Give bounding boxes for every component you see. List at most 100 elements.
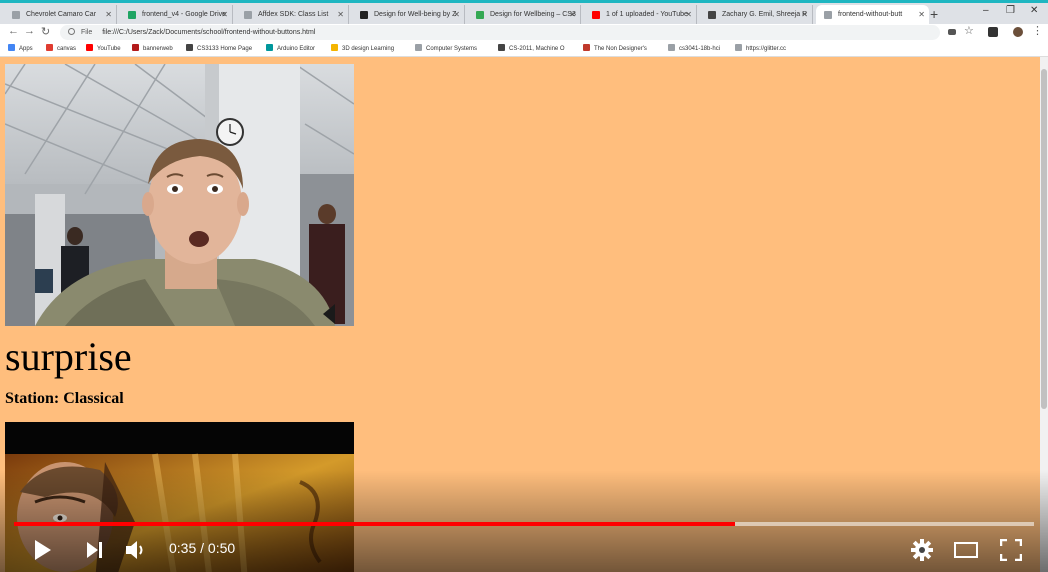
bookmark-item[interactable]: Apps xyxy=(8,44,33,52)
bookmark-item[interactable]: Arduino Editor xyxy=(266,44,315,52)
browser-tab[interactable]: Zachary G. Emil, Shreeja R ✕ xyxy=(700,5,813,25)
bookmark-label: Apps xyxy=(19,46,33,52)
slides-icon xyxy=(476,11,484,19)
station-label: Station: Classical xyxy=(5,390,124,407)
bookmark-item[interactable]: YouTube xyxy=(86,44,121,52)
bookmark-icon xyxy=(8,44,15,51)
close-tab-icon[interactable]: ✕ xyxy=(337,5,344,24)
close-tab-icon[interactable]: ✕ xyxy=(105,5,112,24)
browser-tab[interactable]: Affdex SDK: Class List ✕ xyxy=(236,5,349,25)
bookmark-item[interactable]: CS-2011, Machine O xyxy=(498,44,565,52)
close-tab-icon[interactable]: ✕ xyxy=(569,5,576,24)
medium-icon xyxy=(360,11,368,19)
webcam-feed xyxy=(5,64,354,326)
browser-tab[interactable]: 1 of 1 uploaded - YouTube ✕ xyxy=(584,5,697,25)
browser-tab[interactable]: Chevrolet Camaro Car ✕ xyxy=(4,5,117,25)
bookmark-label: The Non Designer's xyxy=(594,46,647,52)
tab-label: Design for Wellbeing – CS3 xyxy=(490,11,576,18)
play-icon xyxy=(35,540,51,560)
extension-icon[interactable] xyxy=(988,27,998,37)
bookmark-item[interactable]: bannerweb xyxy=(132,44,173,52)
emotion-label: surprise xyxy=(5,334,132,379)
bookmark-label: CS-2011, Machine O xyxy=(509,46,565,52)
close-tab-icon[interactable]: ✕ xyxy=(801,5,808,24)
bookmark-icon xyxy=(735,44,742,51)
bookmark-icon xyxy=(46,44,53,51)
progress-bar-played xyxy=(14,522,736,526)
duration: 0:50 xyxy=(207,540,236,556)
close-tab-icon[interactable]: ✕ xyxy=(918,5,925,24)
page-icon xyxy=(244,11,252,19)
bookmark-label: Arduino Editor xyxy=(277,46,316,52)
camera-icon[interactable] xyxy=(948,29,956,35)
tab-label: frontend_v4 - Google Drive xyxy=(142,11,227,18)
bookmark-item[interactable]: CS3133 Home Page xyxy=(186,44,252,52)
bookmark-label: Computer Systems xyxy=(426,46,478,52)
bookmark-icon xyxy=(583,44,590,51)
youtube-icon xyxy=(592,11,600,19)
fullscreen-button[interactable] xyxy=(999,538,1023,566)
menu-icon[interactable]: ⋮ xyxy=(1032,24,1043,37)
close-window-button[interactable]: ✕ xyxy=(1030,5,1038,16)
scrollbar-thumb[interactable] xyxy=(1041,69,1047,409)
close-tab-icon[interactable]: ✕ xyxy=(453,5,460,24)
back-button[interactable]: ← xyxy=(8,25,19,37)
tab-label: frontend-without-butt xyxy=(838,11,903,18)
maximize-button[interactable]: ❐ xyxy=(1006,5,1015,16)
bookmark-icon xyxy=(186,44,193,51)
drive-icon xyxy=(128,11,136,19)
tab-label: Chevrolet Camaro Car xyxy=(26,11,97,18)
tab-label: Affdex SDK: Class List xyxy=(258,11,329,18)
settings-button[interactable] xyxy=(911,539,933,566)
avatar[interactable] xyxy=(1013,27,1023,37)
forward-button[interactable]: → xyxy=(24,25,35,37)
reload-button[interactable]: ↻ xyxy=(41,25,50,38)
bookmarks-bar: Apps canvas YouTube bannerweb CS3133 Home Pa… xyxy=(0,41,1048,57)
bookmark-item[interactable]: cs3041-18b-hci xyxy=(668,44,720,52)
volume-button[interactable] xyxy=(126,540,148,565)
minimize-button[interactable]: – xyxy=(983,5,989,16)
volume-icon xyxy=(126,541,143,559)
bookmark-icon xyxy=(415,44,422,51)
browser-tab[interactable]: frontend_v4 - Google Drive ✕ xyxy=(120,5,233,25)
webcam-image xyxy=(5,64,354,326)
bookmark-item[interactable]: The Non Designer's xyxy=(583,44,647,52)
gear-icon xyxy=(911,539,933,561)
browser-tab[interactable]: frontend-without-butt ✕ xyxy=(816,5,929,25)
bookmark-label: CS3133 Home Page xyxy=(197,46,253,52)
new-tab-button[interactable]: + xyxy=(930,6,938,22)
bookmark-item[interactable]: canvas xyxy=(46,44,76,52)
bookmark-label: cs3041-18b-hci xyxy=(679,46,721,52)
url-text: file:///C:/Users/Zack/Documents/school/f… xyxy=(102,29,316,36)
star-icon[interactable]: ☆ xyxy=(964,24,974,37)
bookmark-icon xyxy=(132,44,139,51)
close-tab-icon[interactable]: ✕ xyxy=(221,5,228,24)
theater-mode-button[interactable] xyxy=(954,542,978,563)
bookmark-item[interactable]: https://glitter.cc xyxy=(735,44,786,52)
time-separator: / xyxy=(196,540,208,556)
close-tab-icon[interactable]: ✕ xyxy=(685,5,692,24)
bookmark-icon xyxy=(668,44,675,51)
page-icon xyxy=(824,11,832,19)
bookmark-icon xyxy=(266,44,273,51)
bookmark-item[interactable]: Computer Systems xyxy=(415,44,477,52)
browser-toolbar: ← → ↻ File file:///C:/Users/Zack/Documen… xyxy=(0,24,1048,41)
info-icon xyxy=(68,28,75,35)
play-button[interactable] xyxy=(34,540,52,565)
bookmark-item[interactable]: 3D design Learning xyxy=(331,44,394,52)
theater-icon xyxy=(954,542,978,558)
player-gradient xyxy=(0,470,1048,572)
tab-label: Zachary G. Emil, Shreeja R xyxy=(722,11,808,18)
tab-label: 1 of 1 uploaded - YouTube xyxy=(606,11,688,18)
progress-bar[interactable] xyxy=(14,522,1034,526)
time-display: 0:35 / 0:50 xyxy=(169,540,235,556)
next-button[interactable] xyxy=(87,542,103,563)
bookmark-label: canvas xyxy=(57,46,77,52)
bookmark-icon xyxy=(86,44,93,51)
browser-tab[interactable]: Design for Wellbeing – CS3 ✕ xyxy=(468,5,581,25)
address-bar[interactable]: File file:///C:/Users/Zack/Documents/sch… xyxy=(60,25,940,40)
skip-next-icon xyxy=(87,542,102,558)
browser-tab[interactable]: Design for Well-being by Z ✕ xyxy=(352,5,465,25)
bookmark-label: YouTube xyxy=(97,46,121,52)
bookmark-label: https://glitter.cc xyxy=(746,46,787,52)
